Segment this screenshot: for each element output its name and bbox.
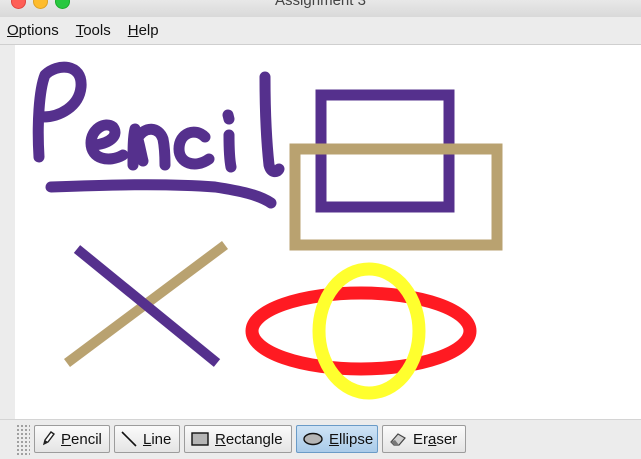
menu-options-mnemonic: O: [7, 22, 19, 39]
stroke-letter-c: [173, 126, 215, 170]
stroke-letter-i: [222, 109, 237, 173]
line-tool-label: Line: [143, 430, 172, 448]
menu-bar: Options Tools Help: [0, 17, 641, 45]
menu-options-label: ptions: [18, 22, 59, 39]
menu-help-label: elp: [138, 22, 159, 39]
stroke-letter-l: [259, 71, 285, 178]
pencil-icon: [41, 431, 55, 447]
toolbar-grip[interactable]: [16, 424, 30, 455]
canvas-drawing: [32, 61, 503, 400]
ellipse-icon: [303, 432, 323, 446]
title-bar: Assignment 3: [0, 0, 641, 17]
rectangle-tool-label: Rectangle: [215, 430, 283, 448]
rectangle-icon: [191, 432, 209, 446]
pencil-strokes: [32, 61, 285, 209]
tool-bar: Pencil Line Rectangle Ellipse Eraser: [0, 419, 641, 459]
menu-tools[interactable]: Tools: [76, 22, 111, 39]
drawing-canvas[interactable]: [15, 45, 641, 419]
line-icon: [121, 431, 137, 447]
menu-tools-label: ools: [83, 22, 111, 39]
menu-options[interactable]: Options: [7, 22, 59, 39]
stroke-letter-p: [32, 61, 87, 163]
eraser-icon: [389, 432, 407, 446]
red-ellipse: [245, 286, 477, 376]
pencil-tool-label: Pencil: [61, 430, 102, 448]
rectangle-tool-button[interactable]: Rectangle: [184, 425, 292, 453]
stroke-underline: [45, 179, 277, 209]
eraser-tool-button[interactable]: Eraser: [382, 425, 466, 453]
left-border: [0, 45, 15, 458]
menu-help-mnemonic: H: [127, 22, 139, 39]
eraser-tool-label: Eraser: [413, 430, 458, 448]
pencil-tool-button[interactable]: Pencil: [34, 425, 110, 453]
menu-help[interactable]: Help: [128, 22, 159, 39]
stroke-letter-n: [127, 123, 171, 171]
window-title: Assignment 3: [275, 0, 366, 9]
line-tool-button[interactable]: Line: [114, 425, 180, 453]
ellipse-tool-button[interactable]: Ellipse: [296, 425, 378, 453]
ellipse-tool-label: Ellipse: [329, 430, 374, 448]
stroke-letter-e: [85, 119, 129, 165]
